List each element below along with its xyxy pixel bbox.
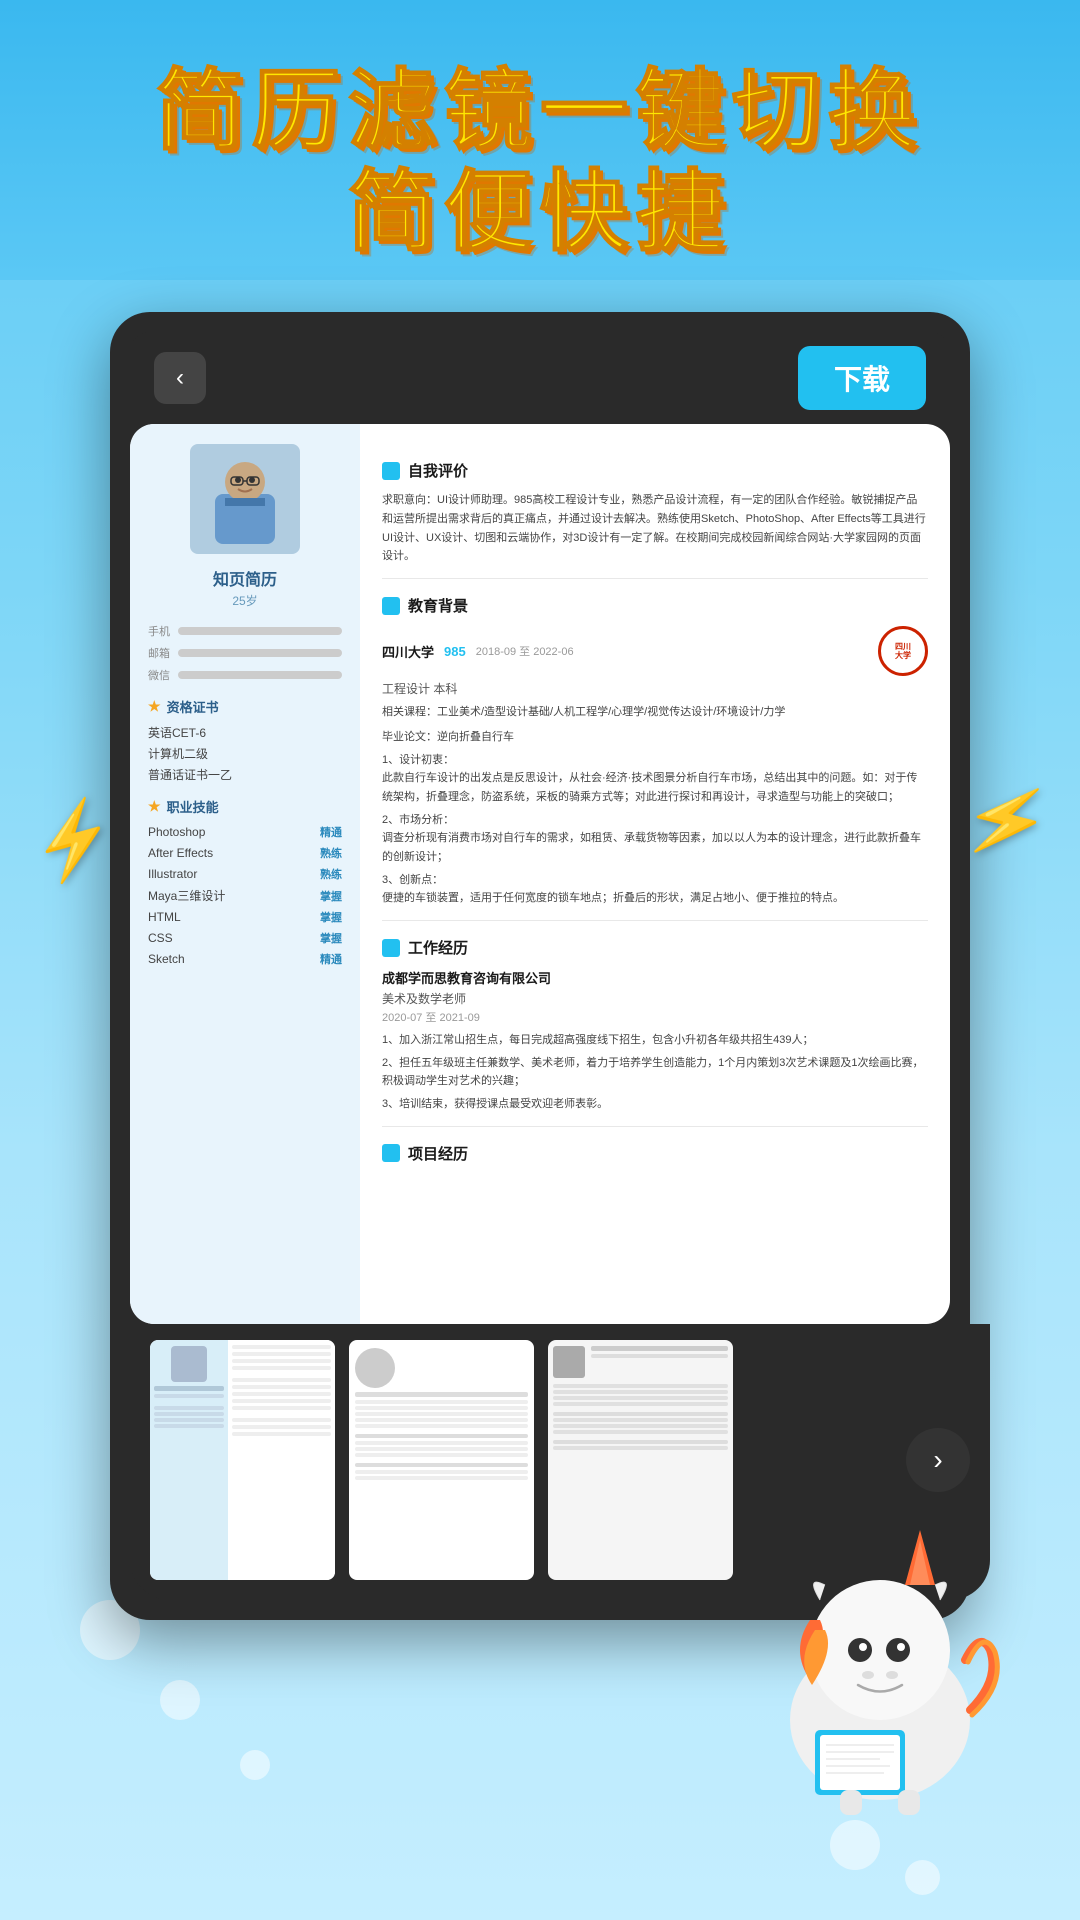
bubble-4 — [830, 1820, 880, 1870]
avatar — [190, 444, 300, 554]
star-icon: ★ — [148, 698, 161, 715]
cert-2: 计算机二级 — [148, 745, 342, 762]
edu-degree: 工程设计 本科 — [382, 680, 928, 697]
edu-score: 985 — [444, 644, 466, 659]
carousel-thumb-2[interactable] — [349, 1340, 534, 1580]
work-point-2: 2、担任五年级班主任兼数学、美术老师，着力于培养学生创造能力，1个月内策划3次艺… — [382, 1054, 928, 1091]
section-icon-project — [382, 1144, 400, 1162]
resume-screen: 知页简历 25岁 手机 邮箱 微信 ★ 资格证书 — [130, 424, 950, 1324]
mascot — [740, 1520, 1020, 1820]
back-button[interactable]: ‹ — [154, 352, 206, 404]
edu-school-row: 四川大学 985 2018-09 至 2022-06 四川大学 — [382, 626, 928, 676]
section-icon-eval — [382, 462, 400, 480]
contact-wechat: 微信 — [148, 667, 342, 683]
work-header: 工作经历 — [382, 937, 928, 958]
section-icon-edu — [382, 597, 400, 615]
contact-email: 邮箱 — [148, 645, 342, 661]
carousel-thumb-3[interactable] — [548, 1340, 733, 1580]
work-point-1: 1、加入浙江常山招生点，每日完成超高强度线下招生，包含小升初各年级共招生439人… — [382, 1031, 928, 1050]
work-company: 成都学而思教育咨询有限公司 — [382, 968, 928, 987]
skill-css: CSS 掌握 — [148, 930, 342, 946]
device-mockup: ‹ 下载 — [110, 312, 970, 1620]
download-button[interactable]: 下载 — [798, 346, 926, 410]
resume-sidebar: 知页简历 25岁 手机 邮箱 微信 ★ 资格证书 — [130, 424, 360, 1324]
skill-photoshop: Photoshop 精通 — [148, 824, 342, 840]
resume-area: 知页简历 25岁 手机 邮箱 微信 ★ 资格证书 — [130, 424, 950, 1324]
star-icon-2: ★ — [148, 798, 161, 815]
work-title: 工作经历 — [408, 937, 468, 958]
hero-title-line1: 简历滤镜一键切换 — [0, 60, 1080, 161]
divider-1 — [382, 578, 928, 579]
skills-title: ★ 职业技能 — [148, 797, 342, 816]
work-period: 2020-07 至 2021-09 — [382, 1009, 928, 1025]
school-stamp: 四川大学 — [878, 626, 928, 676]
work-position: 美术及数学老师 — [382, 990, 928, 1007]
bubble-5 — [905, 1860, 940, 1895]
thesis-point-2: 2、市场分析：调查分析现有消费市场对自行车的需求，如租赁、承载货物等因素，加以以… — [382, 811, 928, 867]
edu-thesis: 毕业论文：逆向折叠自行车 — [382, 728, 928, 747]
edu-title: 教育背景 — [408, 595, 468, 616]
project-header: 项目经历 — [382, 1143, 928, 1164]
edu-period: 2018-09 至 2022-06 — [476, 643, 574, 659]
edu-header: 教育背景 — [382, 595, 928, 616]
skill-html: HTML 掌握 — [148, 909, 342, 925]
divider-3 — [382, 1126, 928, 1127]
skill-after-effects: After Effects 熟练 — [148, 845, 342, 861]
contact-phone: 手机 — [148, 623, 342, 639]
mascot-svg — [740, 1520, 1020, 1820]
avatar-image — [205, 454, 285, 544]
thesis-point-3: 3、创新点：便捷的车锁装置，适用于任何宽度的锁车地点；折叠后的形状，满足占地小、… — [382, 871, 928, 908]
self-eval-header: 自我评价 — [382, 460, 928, 481]
certs-title: ★ 资格证书 — [148, 697, 342, 716]
bubble-2 — [160, 1680, 200, 1720]
self-eval-content: 求职意向：UI设计师助理。985高校工程设计专业，熟悉产品设计流程，有一定的团队… — [382, 491, 928, 566]
carousel-thumb-1[interactable] — [150, 1340, 335, 1580]
skill-maya: Maya三维设计 掌握 — [148, 887, 342, 904]
hero-title-line2: 简便快捷 — [0, 161, 1080, 262]
cert-3: 普通话证书一乙 — [148, 766, 342, 783]
edu-courses: 相关课程：工业美术/造型设计基础/人机工程学/心理学/视觉传达设计/环境设计/力… — [382, 703, 928, 722]
resume-name: 知页简历 — [148, 566, 342, 590]
resume-main: 自我评价 求职意向：UI设计师助理。985高校工程设计专业，熟悉产品设计流程，有… — [360, 424, 950, 1324]
resume-age: 25岁 — [148, 592, 342, 609]
section-icon-work — [382, 939, 400, 957]
next-button[interactable]: › — [906, 1428, 970, 1492]
edu-school: 四川大学 — [382, 642, 434, 661]
project-title: 项目经历 — [408, 1143, 468, 1164]
bubble-3 — [240, 1750, 270, 1780]
skill-illustrator: Illustrator 熟练 — [148, 866, 342, 882]
hero-title-block: 简历滤镜一键切换 简便快捷 — [0, 0, 1080, 282]
device-topbar: ‹ 下载 — [130, 332, 950, 424]
thesis-point-1: 1、设计初衷：此款自行车设计的出发点是反思设计，从社会·经济·技术图景分析自行车… — [382, 751, 928, 807]
divider-2 — [382, 920, 928, 921]
skill-sketch: Sketch 精通 — [148, 951, 342, 967]
self-eval-title: 自我评价 — [408, 460, 468, 481]
work-point-3: 3、培训结束，获得授课点最受欢迎老师表彰。 — [382, 1095, 928, 1114]
cert-1: 英语CET-6 — [148, 724, 342, 741]
